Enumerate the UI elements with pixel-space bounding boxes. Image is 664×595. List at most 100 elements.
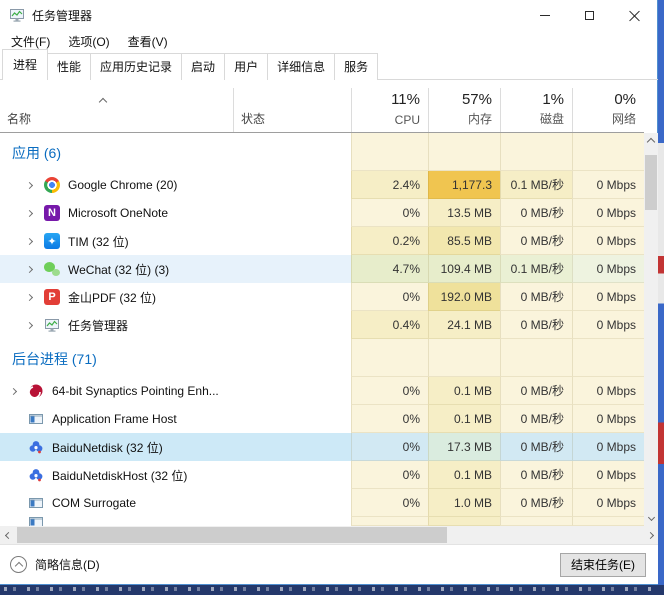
column-header-status[interactable]: 状态: [233, 88, 351, 132]
process-name: 64-bit Synaptics Pointing Enh...: [52, 384, 219, 398]
disk-cell: 0 MB/秒: [500, 489, 572, 517]
column-header-row: 名称 状态 11% CPU 57% 内存 1% 磁盘 0% 网络: [0, 88, 644, 133]
tab-5[interactable]: 详细信息: [267, 53, 336, 80]
process-name: BaiduNetdiskHost (32 位): [52, 468, 188, 483]
memory-cell: 0.1 MB: [428, 461, 500, 489]
section-label: 后台进程 (71): [12, 351, 97, 367]
status-cell: [233, 377, 351, 405]
cpu-cell: 0%: [351, 489, 428, 517]
process-row[interactable]: [0, 517, 644, 526]
disk-cell: 0 MB/秒: [500, 311, 572, 339]
vertical-scrollbar-thumb[interactable]: [645, 155, 657, 210]
section-header-row[interactable]: 后台进程 (71): [0, 339, 644, 377]
minimize-button[interactable]: [522, 0, 567, 30]
wechat-icon: [44, 261, 60, 277]
process-list: 应用 (6) Google Chrome (20) 2.4% 1,177.3 0.1 M…: [0, 133, 644, 526]
process-row[interactable]: COM Surrogate 0% 1.0 MB 0 MB/秒 0 Mbps: [0, 489, 644, 517]
collapse-details-icon[interactable]: [10, 556, 27, 573]
horizontal-scrollbar[interactable]: [0, 526, 658, 544]
process-row[interactable]: ✦ TIM (32 位) 0.2% 85.5 MB 0 MB/秒 0 Mbps: [0, 227, 644, 255]
tab-6[interactable]: 服务: [334, 53, 379, 80]
process-row[interactable]: 任务管理器 0.4% 24.1 MB 0 MB/秒 0 Mbps: [0, 311, 644, 339]
expand-chevron-icon[interactable]: [22, 265, 36, 273]
section-cpu-cell: [351, 339, 428, 377]
network-cell: 0 Mbps: [572, 377, 644, 405]
process-row[interactable]: 64-bit Synaptics Pointing Enh... 0% 0.1 MB…: [0, 377, 644, 405]
column-header-disk[interactable]: 1% 磁盘: [500, 88, 572, 132]
process-row[interactable]: P 金山PDF (32 位) 0% 192.0 MB 0 MB/秒 0 Mbps: [0, 283, 644, 311]
expand-chevron-icon[interactable]: [6, 387, 20, 395]
column-header-memory[interactable]: 57% 内存: [428, 88, 500, 132]
cpu-cell: 0%: [351, 433, 428, 461]
status-cell: [233, 171, 351, 199]
network-cell: 0 Mbps: [572, 489, 644, 517]
vertical-scrollbar[interactable]: [644, 133, 658, 526]
section-header-row[interactable]: 应用 (6): [0, 133, 644, 171]
process-row[interactable]: BaiduNetdisk (32 位) 0% 17.3 MB 0 MB/秒 0 Mbps: [0, 433, 644, 461]
sort-ascending-icon: [98, 92, 108, 107]
column-header-name[interactable]: 名称: [0, 88, 233, 132]
status-cell: [233, 433, 351, 461]
tab-1[interactable]: 性能: [47, 53, 92, 80]
memory-cell: [428, 517, 500, 526]
menu-view[interactable]: 查看(V): [119, 31, 177, 52]
scroll-up-icon[interactable]: [644, 133, 658, 150]
maximize-icon: [585, 10, 594, 20]
status-cell: [233, 227, 351, 255]
synaptics-icon: [28, 383, 44, 399]
column-header-cpu[interactable]: 11% CPU: [351, 88, 428, 132]
close-button[interactable]: [612, 0, 657, 30]
section-disk-cell: [500, 339, 572, 377]
network-cell: 0 Mbps: [572, 255, 644, 283]
taskmgr-icon: [44, 317, 60, 333]
memory-cell: 0.1 MB: [428, 377, 500, 405]
expand-chevron-icon[interactable]: [22, 293, 36, 301]
disk-cell: 0.1 MB/秒: [500, 171, 572, 199]
scroll-left-icon[interactable]: [0, 526, 16, 544]
disk-cell: 0 MB/秒: [500, 377, 572, 405]
baidunetdisk-icon: [28, 439, 44, 455]
disk-cell: 0.1 MB/秒: [500, 255, 572, 283]
scroll-down-icon[interactable]: [644, 509, 658, 526]
network-cell: 0 Mbps: [572, 311, 644, 339]
baidunetdisk-icon: [28, 467, 44, 483]
expand-chevron-icon[interactable]: [22, 181, 36, 189]
status-cell: [233, 255, 351, 283]
section-memory-cell: [428, 133, 500, 171]
tab-3[interactable]: 启动: [181, 53, 226, 80]
cpu-cell: 0.4%: [351, 311, 428, 339]
section-cpu-cell: [351, 133, 428, 171]
process-row[interactable]: WeChat (32 位) (3) 4.7% 109.4 MB 0.1 MB/秒 0 M…: [0, 255, 644, 283]
network-cell: 0 Mbps: [572, 199, 644, 227]
horizontal-scrollbar-thumb[interactable]: [17, 527, 447, 543]
onenote-icon: N: [44, 205, 60, 221]
disk-cell: 0 MB/秒: [500, 461, 572, 489]
process-row[interactable]: Application Frame Host 0% 0.1 MB 0 MB/秒 0 Mb…: [0, 405, 644, 433]
network-cell: 0 Mbps: [572, 171, 644, 199]
expand-chevron-icon[interactable]: [22, 237, 36, 245]
status-cell: [233, 311, 351, 339]
network-cell: 0 Mbps: [572, 433, 644, 461]
column-header-network[interactable]: 0% 网络: [572, 88, 644, 132]
disk-cell: 0 MB/秒: [500, 227, 572, 255]
process-name: COM Surrogate: [52, 496, 137, 510]
process-row[interactable]: BaiduNetdiskHost (32 位) 0% 0.1 MB 0 MB/秒 0 M…: [0, 461, 644, 489]
status-cell: [233, 489, 351, 517]
menu-bar: 文件(F) 选项(O) 查看(V): [0, 30, 657, 52]
end-task-button[interactable]: 结束任务(E): [560, 552, 646, 577]
tab-0[interactable]: 进程: [2, 49, 49, 81]
tab-4[interactable]: 用户: [224, 53, 269, 80]
process-name: Google Chrome (20): [68, 178, 178, 192]
process-row[interactable]: Google Chrome (20) 2.4% 1,177.3 0.1 MB/秒 0 M…: [0, 171, 644, 199]
process-row[interactable]: N Microsoft OneNote 0% 13.5 MB 0 MB/秒 0 Mbps: [0, 199, 644, 227]
menu-options[interactable]: 选项(O): [59, 31, 118, 52]
expand-chevron-icon[interactable]: [22, 209, 36, 217]
tab-2[interactable]: 应用历史记录: [90, 53, 183, 80]
cpu-cell: [351, 517, 428, 526]
title-bar[interactable]: 任务管理器: [0, 0, 657, 30]
process-name: Microsoft OneNote: [68, 206, 169, 220]
scroll-right-icon[interactable]: [642, 526, 658, 544]
maximize-button[interactable]: [567, 0, 612, 30]
expand-chevron-icon[interactable]: [22, 321, 36, 329]
fewer-details-toggle[interactable]: 简略信息(D): [35, 556, 100, 573]
